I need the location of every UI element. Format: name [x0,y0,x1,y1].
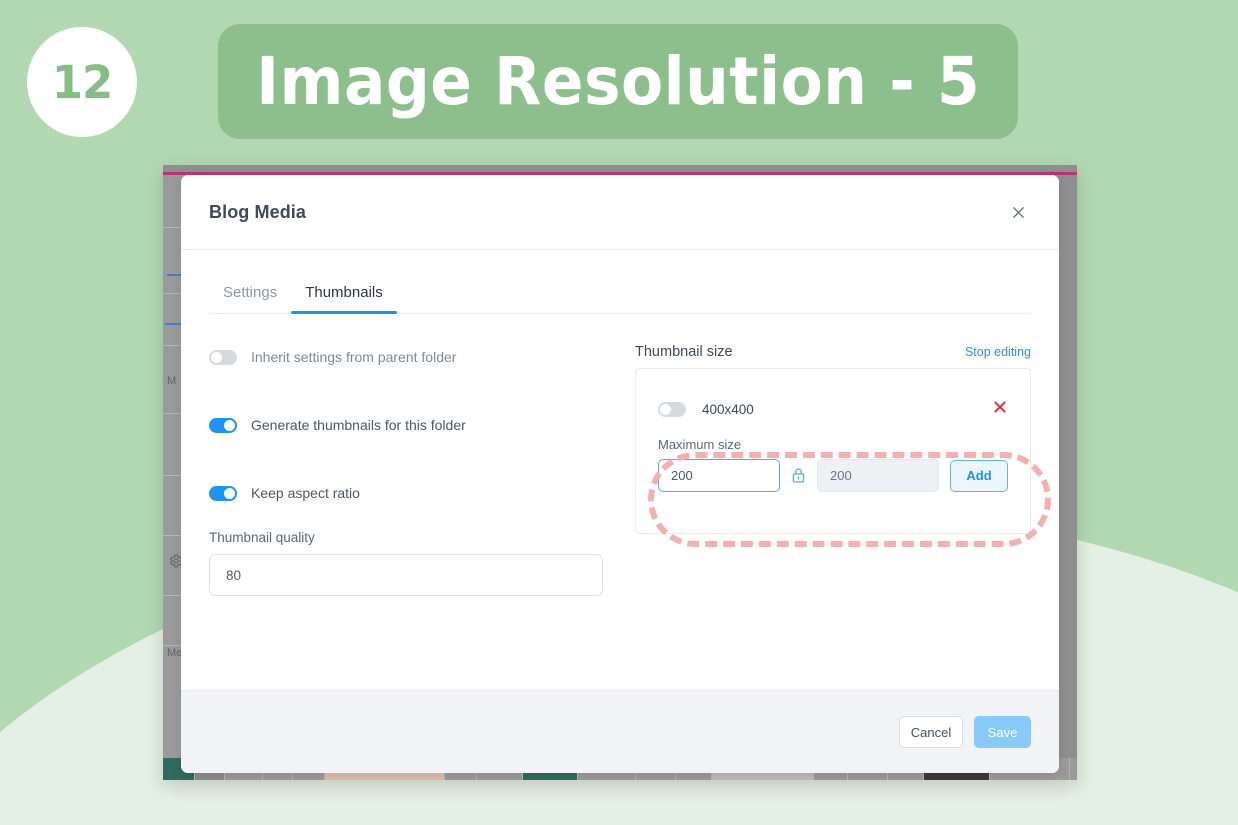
cancel-button-label: Cancel [910,724,952,740]
toggle-keep-aspect-ratio[interactable]: Keep aspect ratio [209,480,603,506]
settings-columns: Inherit settings from parent folder Gene… [209,344,1051,596]
toggle-knob [211,351,222,363]
maximum-size-row: 200 200 Add [658,459,1008,492]
maximum-size-label: Maximum size [658,437,742,452]
thumbnail-size-item-label: 400x400 [702,401,754,417]
thumbnail-size-label: Thumbnail size [635,344,733,360]
thumbnail-size-panel: 400x400 Maximum size 200 200 Add [635,368,1051,547]
add-size-button[interactable]: Add [950,459,1008,492]
max-width-value: 200 [671,468,693,483]
max-width-input[interactable]: 200 [658,459,780,492]
thumbnail-quality-label: Thumbnail quality [209,530,315,545]
lock-closed-icon[interactable] [791,467,806,484]
toggle-knob [224,419,235,431]
slide-canvas: 12 Image Resolution - 5 M Me Blog Media … [0,0,1238,825]
background-sidebar-label: Me [167,647,183,659]
tab-thumbnails[interactable]: Thumbnails [291,274,397,314]
step-number-badge: 12 [27,27,137,137]
tab-settings[interactable]: Settings [209,274,291,313]
max-height-input[interactable]: 200 [817,459,939,492]
dialog-header: Blog Media [181,175,1059,250]
left-settings-column: Inherit settings from parent folder Gene… [209,344,603,596]
tab-bar: Settings Thumbnails [209,274,1031,314]
toggle-knob [660,403,671,415]
cancel-button[interactable]: Cancel [899,716,963,748]
thumbnail-quality-value: 80 [226,567,242,583]
toggle-switch-on[interactable] [209,485,237,501]
app-window: M Me Blog Media Settings Thumbnails Inhe… [163,165,1077,780]
thumbnail-size-item: 400x400 [658,399,1008,419]
dialog-title: Blog Media [209,201,307,222]
stop-editing-link[interactable]: Stop editing [965,345,1031,359]
toggle-switch-off[interactable] [209,349,237,365]
toggle-knob [224,487,235,499]
dialog-body: Settings Thumbnails Inherit settings fro… [181,250,1059,690]
save-button-label: Save [987,724,1018,740]
dialog-footer: Cancel Save [181,690,1059,773]
remove-size-icon[interactable] [992,399,1008,419]
tab-settings-label: Settings [223,284,278,301]
toggle-generate-thumbnails[interactable]: Generate thumbnails for this folder [209,412,603,438]
tab-thumbnails-label: Thumbnails [305,284,383,301]
slide-title-banner: Image Resolution - 5 [218,24,1018,139]
toggle-inherit-settings[interactable]: Inherit settings from parent folder [209,344,603,370]
add-size-button-label: Add [966,468,992,483]
background-sidebar-label: M [167,375,177,387]
max-height-value: 200 [830,468,852,483]
close-icon[interactable] [1005,199,1031,225]
save-button[interactable]: Save [974,716,1031,748]
toggle-keep-aspect-ratio-label: Keep aspect ratio [251,485,360,501]
toggle-inherit-settings-label: Inherit settings from parent folder [251,349,457,365]
right-settings-column: Thumbnail size Stop editing 400x400 Maxi… [635,344,1051,596]
thumbnail-quality-input[interactable]: 80 [209,554,603,596]
toggle-generate-thumbnails-label: Generate thumbnails for this folder [251,417,466,433]
toggle-switch-off[interactable] [658,401,686,417]
blog-media-dialog: Blog Media Settings Thumbnails Inherit s… [181,175,1059,773]
slide-title-text: Image Resolution - 5 [256,42,980,120]
step-number-label: 12 [51,55,114,109]
toggle-switch-on[interactable] [209,417,237,433]
thumbnail-size-header: Thumbnail size Stop editing [635,344,1031,360]
